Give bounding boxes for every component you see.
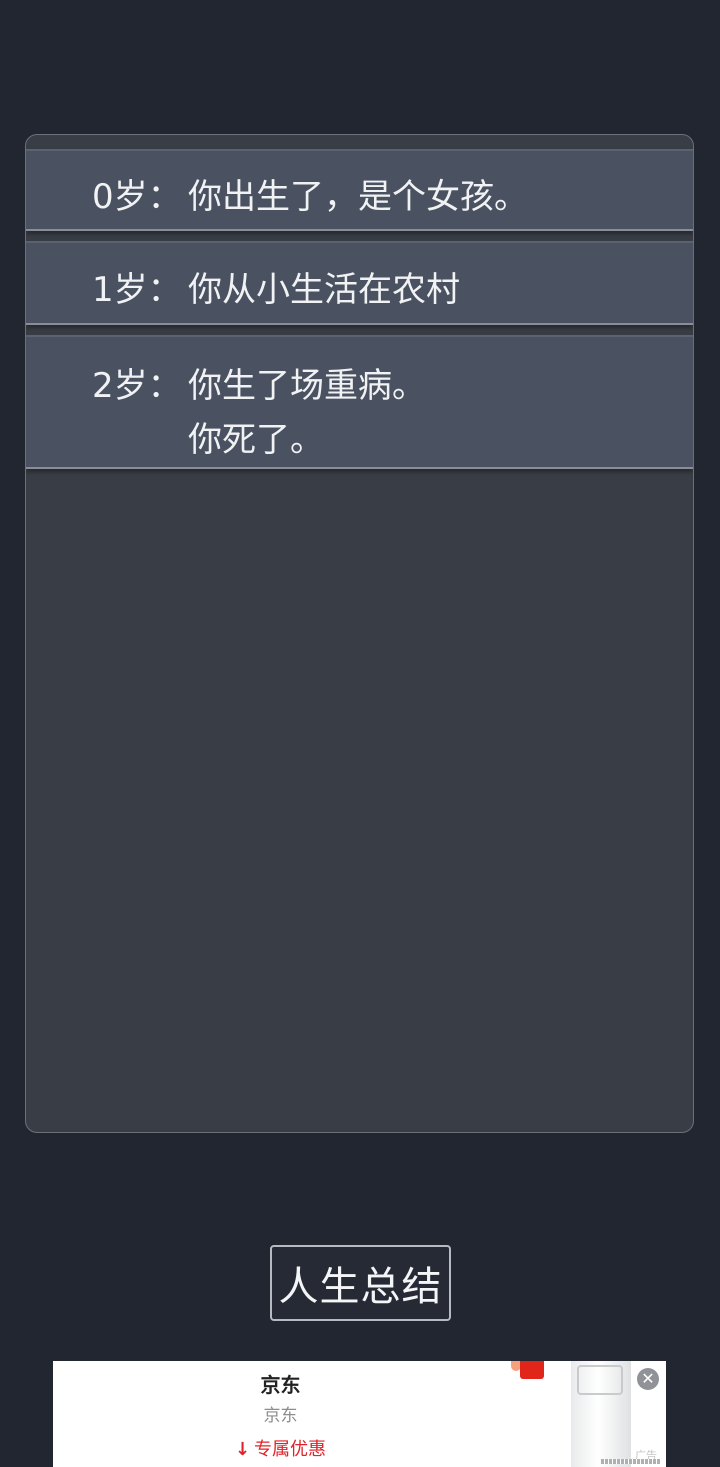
ad-banner[interactable]: 京东 京东 ↓ 专属优惠 ✕ 广告 <box>53 1361 666 1467</box>
ad-subtitle: 京东 <box>263 1406 298 1426</box>
event-list: 你从小生活在农村 <box>188 263 460 317</box>
age-label: 0岁： <box>92 177 182 217</box>
close-icon[interactable]: ✕ <box>637 1368 659 1390</box>
life-log-panel[interactable]: 0岁： 你出生了，是个女孩。 1岁： 你从小生活在农村 2岁： 你生了场重病。 … <box>25 134 694 1133</box>
event-list: 你出生了，是个女孩。 <box>188 170 528 224</box>
ad-fine-print <box>601 1459 661 1464</box>
ad-brand-logo <box>520 1361 544 1379</box>
event-text: 你出生了，是个女孩。 <box>188 177 528 217</box>
life-summary-button[interactable]: 人生总结 <box>270 1245 451 1321</box>
event-list: 你生了场重病。 你死了。 <box>188 359 426 467</box>
product-cap-shape <box>577 1365 623 1395</box>
age-label: 1岁： <box>92 270 182 310</box>
download-arrow-icon: ↓ <box>234 1439 251 1460</box>
log-entry: 0岁： 你出生了，是个女孩。 <box>26 149 693 231</box>
event-text: 你死了。 <box>188 420 324 460</box>
age-label: 2岁： <box>92 366 182 406</box>
ad-title: 京东 <box>260 1373 301 1397</box>
log-entry: 1岁： 你从小生活在农村 <box>26 241 693 325</box>
life-log-list: 0岁： 你出生了，是个女孩。 1岁： 你从小生活在农村 2岁： 你生了场重病。 … <box>26 149 693 479</box>
event-text: 你从小生活在农村 <box>188 270 460 310</box>
log-entry: 2岁： 你生了场重病。 你死了。 <box>26 335 693 469</box>
ad-cta-button[interactable]: ↓ 专属优惠 <box>53 1435 508 1461</box>
ad-product-image <box>571 1361 631 1467</box>
ad-cta-label: 专属优惠 <box>254 1439 327 1460</box>
event-text: 你生了场重病。 <box>188 366 426 406</box>
